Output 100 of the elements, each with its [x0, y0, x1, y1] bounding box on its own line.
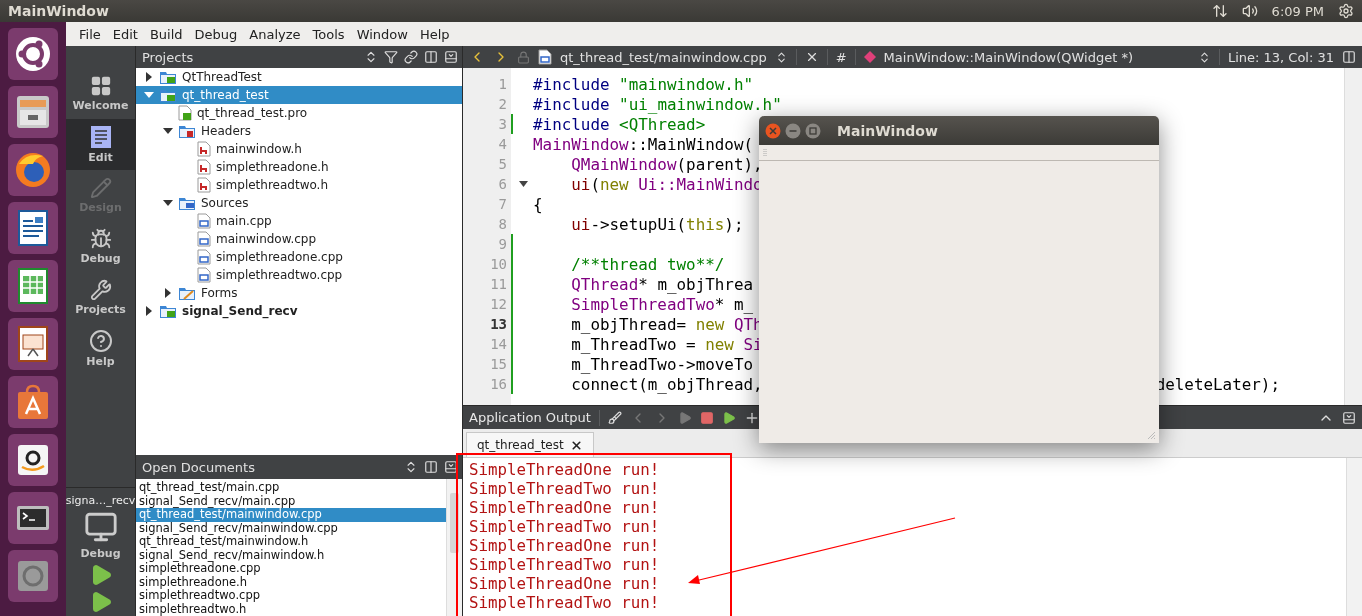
line-number: 16 [490, 376, 508, 392]
launcher-tile[interactable] [8, 260, 58, 312]
menu-item[interactable]: Debug [189, 24, 243, 44]
scrollbar[interactable] [1346, 458, 1362, 616]
project-folder-icon [159, 87, 177, 103]
mode-tab[interactable]: Welcome [66, 68, 135, 119]
minimize-icon[interactable] [785, 122, 801, 139]
menu-item[interactable]: Window [351, 24, 413, 44]
line-number: 13 [490, 316, 508, 332]
launcher-tile[interactable] [8, 492, 58, 544]
line-number: 9 [498, 236, 508, 252]
line-number: 14 [490, 336, 508, 352]
document-item[interactable]: qt_thread_test/main.cpp [136, 481, 446, 495]
close-panel-icon[interactable] [444, 460, 458, 474]
attach-run-icon[interactable] [721, 410, 736, 425]
tree-item[interactable]: main.cpp [136, 212, 462, 230]
settings-icon[interactable] [1338, 3, 1354, 19]
scrollbar[interactable] [1344, 68, 1362, 405]
fold-arrow-icon[interactable] [518, 181, 528, 187]
kit-project-label[interactable]: signa…_recv [65, 494, 136, 507]
filter-icon[interactable] [384, 50, 398, 64]
launcher-tile[interactable] [8, 144, 58, 196]
tree-item[interactable]: mainwindow.h [136, 140, 462, 158]
menu-item[interactable]: Build [144, 24, 188, 44]
caret-right-icon[interactable] [144, 72, 154, 82]
output-line: SimpleThreadOne run! [469, 498, 661, 517]
tree-item[interactable]: mainwindow.cpp [136, 230, 462, 248]
document-icon [89, 125, 112, 149]
caret-right-icon[interactable] [144, 306, 154, 316]
document-item[interactable]: signal_Send_recv/mainwindow.h [136, 548, 446, 562]
line-number: 15 [490, 356, 508, 372]
caret-right-icon[interactable] [163, 288, 173, 298]
stop-icon[interactable] [699, 410, 714, 425]
tree-item[interactable]: simplethreadtwo.cpp [136, 266, 462, 284]
cursor-position: Line: 13, Col: 31 [1227, 49, 1334, 65]
resize-grip-icon[interactable] [1146, 430, 1156, 440]
document-item[interactable]: signal_Send_recv/main.cpp [136, 494, 446, 508]
mode-tab[interactable]: Debug [66, 221, 135, 272]
globe-icon[interactable] [13, 150, 53, 190]
tree-item[interactable]: Headers [136, 122, 462, 140]
source-file-icon [538, 49, 552, 65]
tree-item[interactable]: qt_thread_test [136, 86, 462, 104]
document-item[interactable]: simplethreadtwo.cpp [136, 589, 446, 603]
network-icon[interactable] [1211, 3, 1228, 19]
form-folder-icon [178, 285, 196, 301]
code-line: m_ThreadTwo = new Si [570, 334, 763, 354]
launcher-tile[interactable] [8, 202, 58, 254]
split-icon[interactable] [424, 460, 438, 474]
document-item[interactable]: simplethreadtwo.h [136, 602, 446, 616]
mode-tab[interactable]: Help [66, 323, 135, 374]
tree-item[interactable]: Sources [136, 194, 462, 212]
mode-tab[interactable]: Edit [66, 119, 135, 170]
monitor-icon[interactable] [83, 510, 118, 544]
document-item[interactable]: simplethreadone.cpp [136, 562, 446, 576]
menu-item[interactable]: Tools [307, 24, 350, 44]
launcher-tile[interactable] [8, 434, 58, 486]
line-number: 4 [498, 136, 508, 152]
file-selector[interactable]: qt_thread_test/mainwindow.cpp [560, 49, 767, 65]
line-number: 8 [498, 216, 508, 232]
document-item[interactable]: simplethreadone.h [136, 575, 446, 589]
tree-item[interactable]: Forms [136, 284, 462, 302]
tree-item[interactable]: signal_Send_recv [136, 302, 462, 320]
document-item[interactable]: qt_thread_test/mainwindow.cpp [136, 508, 446, 522]
launcher-tile[interactable] [8, 86, 58, 138]
launcher-tile[interactable] [8, 376, 58, 428]
tree-item[interactable]: simplethreadone.cpp [136, 248, 462, 266]
mode-tab[interactable]: Projects [66, 272, 135, 323]
link-icon[interactable] [404, 50, 418, 64]
caret-down-icon[interactable] [163, 198, 173, 208]
document-item[interactable]: signal_Send_recv/mainwindow.cpp [136, 521, 446, 535]
line-number: 2 [498, 96, 508, 112]
tree-item[interactable]: qt_thread_test.pro [136, 104, 462, 122]
grip-icon[interactable] [763, 147, 767, 158]
menu-item[interactable]: Help [414, 24, 455, 44]
menu-item[interactable]: File [74, 24, 106, 44]
launcher-tile[interactable] [8, 550, 58, 602]
launcher-tile[interactable] [8, 318, 58, 370]
tree-item[interactable]: QtThreadTest [136, 68, 462, 86]
close-panel-icon[interactable] [1342, 410, 1356, 425]
clock[interactable]: 6:09 PM [1271, 3, 1324, 19]
output-line: SimpleThreadOne run! [469, 460, 661, 479]
split-icon[interactable] [424, 50, 438, 64]
menu-item[interactable]: Analyze [244, 24, 306, 44]
caret-down-icon[interactable] [163, 126, 173, 136]
tree-item[interactable]: simplethreadone.h [136, 158, 462, 176]
close-icon[interactable] [569, 438, 583, 452]
symbol-selector[interactable]: MainWindow::MainWindow(QWidget *) [883, 49, 1134, 65]
close-panel-icon[interactable] [444, 50, 458, 64]
tree-item[interactable]: simplethreadtwo.h [136, 176, 462, 194]
header-file-icon [197, 141, 211, 157]
clear-icon[interactable] [607, 410, 622, 425]
kit-build-label[interactable]: Debug [80, 547, 121, 560]
launcher-tile[interactable] [8, 28, 58, 80]
split-icon[interactable] [1342, 50, 1356, 64]
document-item[interactable]: qt_thread_test/mainwindow.h [136, 535, 446, 549]
output-tab[interactable]: qt_thread_test [466, 432, 594, 457]
logo-icon[interactable] [13, 34, 53, 74]
hash-label: # [835, 49, 847, 65]
volume-icon[interactable] [1241, 3, 1258, 19]
menu-item[interactable]: Edit [107, 24, 143, 44]
